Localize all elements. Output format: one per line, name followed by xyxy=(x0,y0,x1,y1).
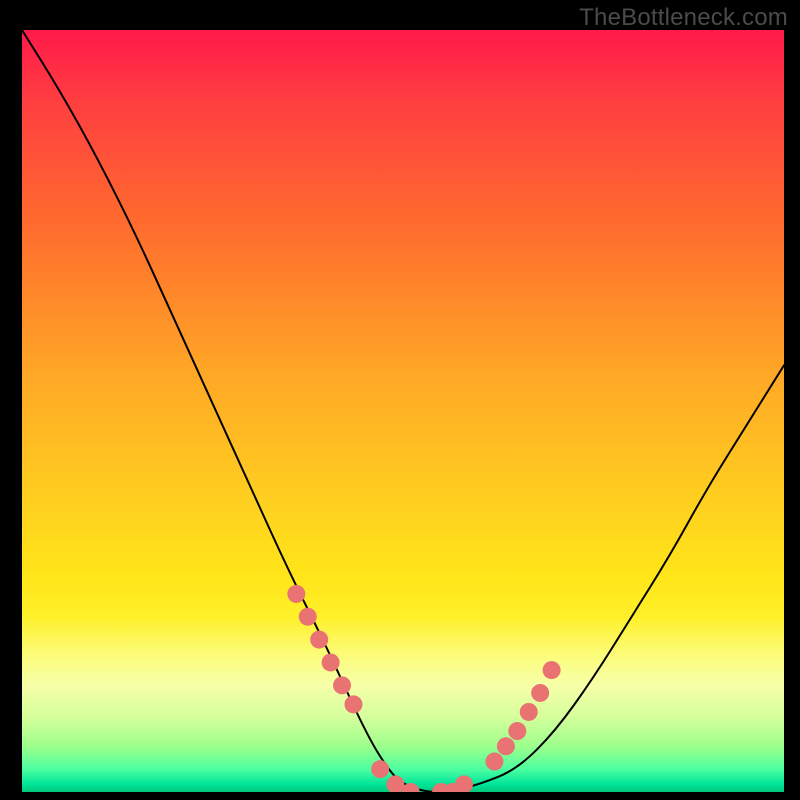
chart-plot-area xyxy=(22,30,784,792)
attribution-label: TheBottleneck.com xyxy=(579,4,788,32)
marker-dot xyxy=(299,608,317,626)
marker-dot xyxy=(497,737,515,755)
marker-group xyxy=(287,585,560,792)
marker-dot xyxy=(520,703,538,721)
marker-dot xyxy=(508,722,526,740)
marker-dot xyxy=(287,585,305,603)
marker-dot xyxy=(543,661,561,679)
marker-dot xyxy=(386,775,404,792)
marker-dot xyxy=(344,695,362,713)
marker-dot xyxy=(531,684,549,702)
chart-svg xyxy=(22,30,784,792)
bottleneck-curve xyxy=(22,30,784,792)
marker-dot xyxy=(485,753,503,771)
marker-dot xyxy=(333,676,351,694)
marker-dot xyxy=(310,631,328,649)
marker-dot xyxy=(455,775,473,792)
marker-dot xyxy=(371,760,389,778)
marker-dot xyxy=(322,653,340,671)
